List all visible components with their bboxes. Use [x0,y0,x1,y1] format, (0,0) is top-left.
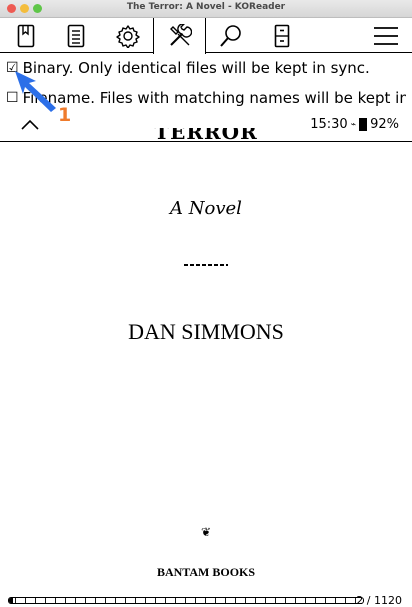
option-filename-label: Filename. Files with matching names will… [22,89,406,107]
table-of-contents-icon [67,24,85,47]
tab-search[interactable] [213,18,249,53]
tab-bookmark[interactable] [8,18,44,53]
publisher-logo-icon: ❦ [200,525,212,539]
tab-settings[interactable] [110,18,146,53]
book-author: DAN SIMMONS [128,319,284,344]
book-title-fragment: TERROR [154,128,258,142]
reading-progress-bar[interactable] [8,597,364,604]
window-title: The Terror: A Novel - KOReader [126,2,286,12]
page-counter: 2 / 1120 [356,594,402,607]
tab-main-menu[interactable] [368,18,404,53]
chapter-ticks [9,598,363,603]
option-binary[interactable]: ☑ Binary. Only identical files will be k… [6,56,370,80]
tab-tools[interactable] [153,18,206,54]
annotation-badge: 1 [58,104,72,126]
annotation-arrow-icon [15,71,56,112]
hamburger-icon [374,26,398,45]
book-publisher: BANTAM BOOKS [156,565,256,579]
ornament-divider [184,264,228,266]
book-subtitle: A Novel [170,198,242,219]
option-binary-label: Binary. Only identical files will be kep… [22,59,370,77]
bookmark-icon [17,24,35,47]
tab-table-of-contents[interactable] [58,18,94,53]
tab-file-browser[interactable] [264,18,300,53]
cabinet-icon [274,24,290,47]
search-icon [220,24,241,47]
gear-icon [116,24,140,48]
progress-fill [9,598,13,603]
window-titlebar: The Terror: A Novel - KOReader [0,0,412,18]
tools-icon [169,24,192,46]
